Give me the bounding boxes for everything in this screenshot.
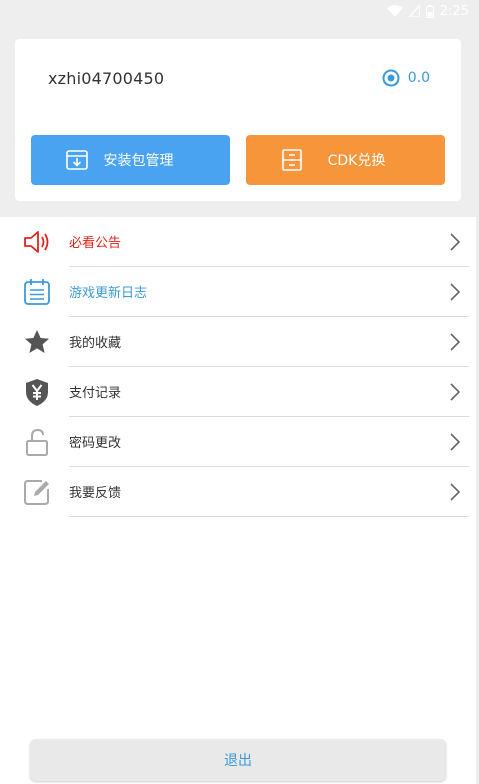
menu-label-change-password: 密码更改 <box>69 436 122 451</box>
star-icon <box>25 330 49 353</box>
menu-item-payment-records[interactable]: 支付记录 <box>0 367 476 417</box>
divider <box>69 516 469 517</box>
menu-label-payment-records: 支付记录 <box>69 386 122 401</box>
chevron-right-icon <box>450 283 460 301</box>
menu-item-change-password[interactable]: 密码更改 <box>0 417 476 467</box>
status-bar: 2:25 <box>0 0 479 22</box>
balance-value: 0.0 <box>407 70 430 86</box>
menu-item-announcement[interactable]: 必看公告 <box>0 217 476 267</box>
menu-label-update-log: 游戏更新日志 <box>69 286 148 301</box>
balance[interactable]: 0.0 <box>382 69 430 87</box>
menu-item-favorites[interactable]: 我的收藏 <box>0 317 476 367</box>
coin-icon <box>382 69 400 87</box>
chevron-right-icon <box>450 483 460 501</box>
battery-icon <box>425 4 434 18</box>
chevron-right-icon <box>450 333 460 351</box>
cdk-redeem-button[interactable]: CDK兑换 <box>246 135 445 185</box>
cdk-redeem-label: CDK兑换 <box>327 153 386 169</box>
edit-icon <box>24 480 49 505</box>
chevron-right-icon <box>450 233 460 251</box>
menu-item-update-log[interactable]: 游戏更新日志 <box>0 267 476 317</box>
calendar-icon <box>24 279 50 305</box>
yen-shield-icon <box>26 379 48 406</box>
menu-list: 必看公告 游戏更新日志 我的收藏 支付记录 密码更改 我要反馈 <box>0 217 476 784</box>
install-package-label: 安装包管理 <box>103 153 174 169</box>
chevron-right-icon <box>450 433 460 451</box>
profile-card: xzhi04700450 0.0 安装包管理 CDK兑换 <box>15 39 461 201</box>
status-time: 2:25 <box>439 3 469 19</box>
logout-button[interactable]: 退出 <box>30 739 446 781</box>
action-buttons: 安装包管理 CDK兑换 <box>31 135 445 185</box>
menu-label-feedback: 我要反馈 <box>69 486 122 501</box>
wifi-icon <box>386 5 403 17</box>
install-package-button[interactable]: 安装包管理 <box>31 135 230 185</box>
menu-item-feedback[interactable]: 我要反馈 <box>0 467 476 517</box>
logout-label: 退出 <box>224 753 252 769</box>
speaker-icon <box>24 231 49 253</box>
unlock-icon <box>26 428 48 456</box>
signal-icon <box>408 5 420 17</box>
menu-label-favorites: 我的收藏 <box>69 336 122 351</box>
account-id: xzhi04700450 <box>48 69 165 88</box>
menu-label-announcement: 必看公告 <box>69 236 122 251</box>
chevron-right-icon <box>450 383 460 401</box>
